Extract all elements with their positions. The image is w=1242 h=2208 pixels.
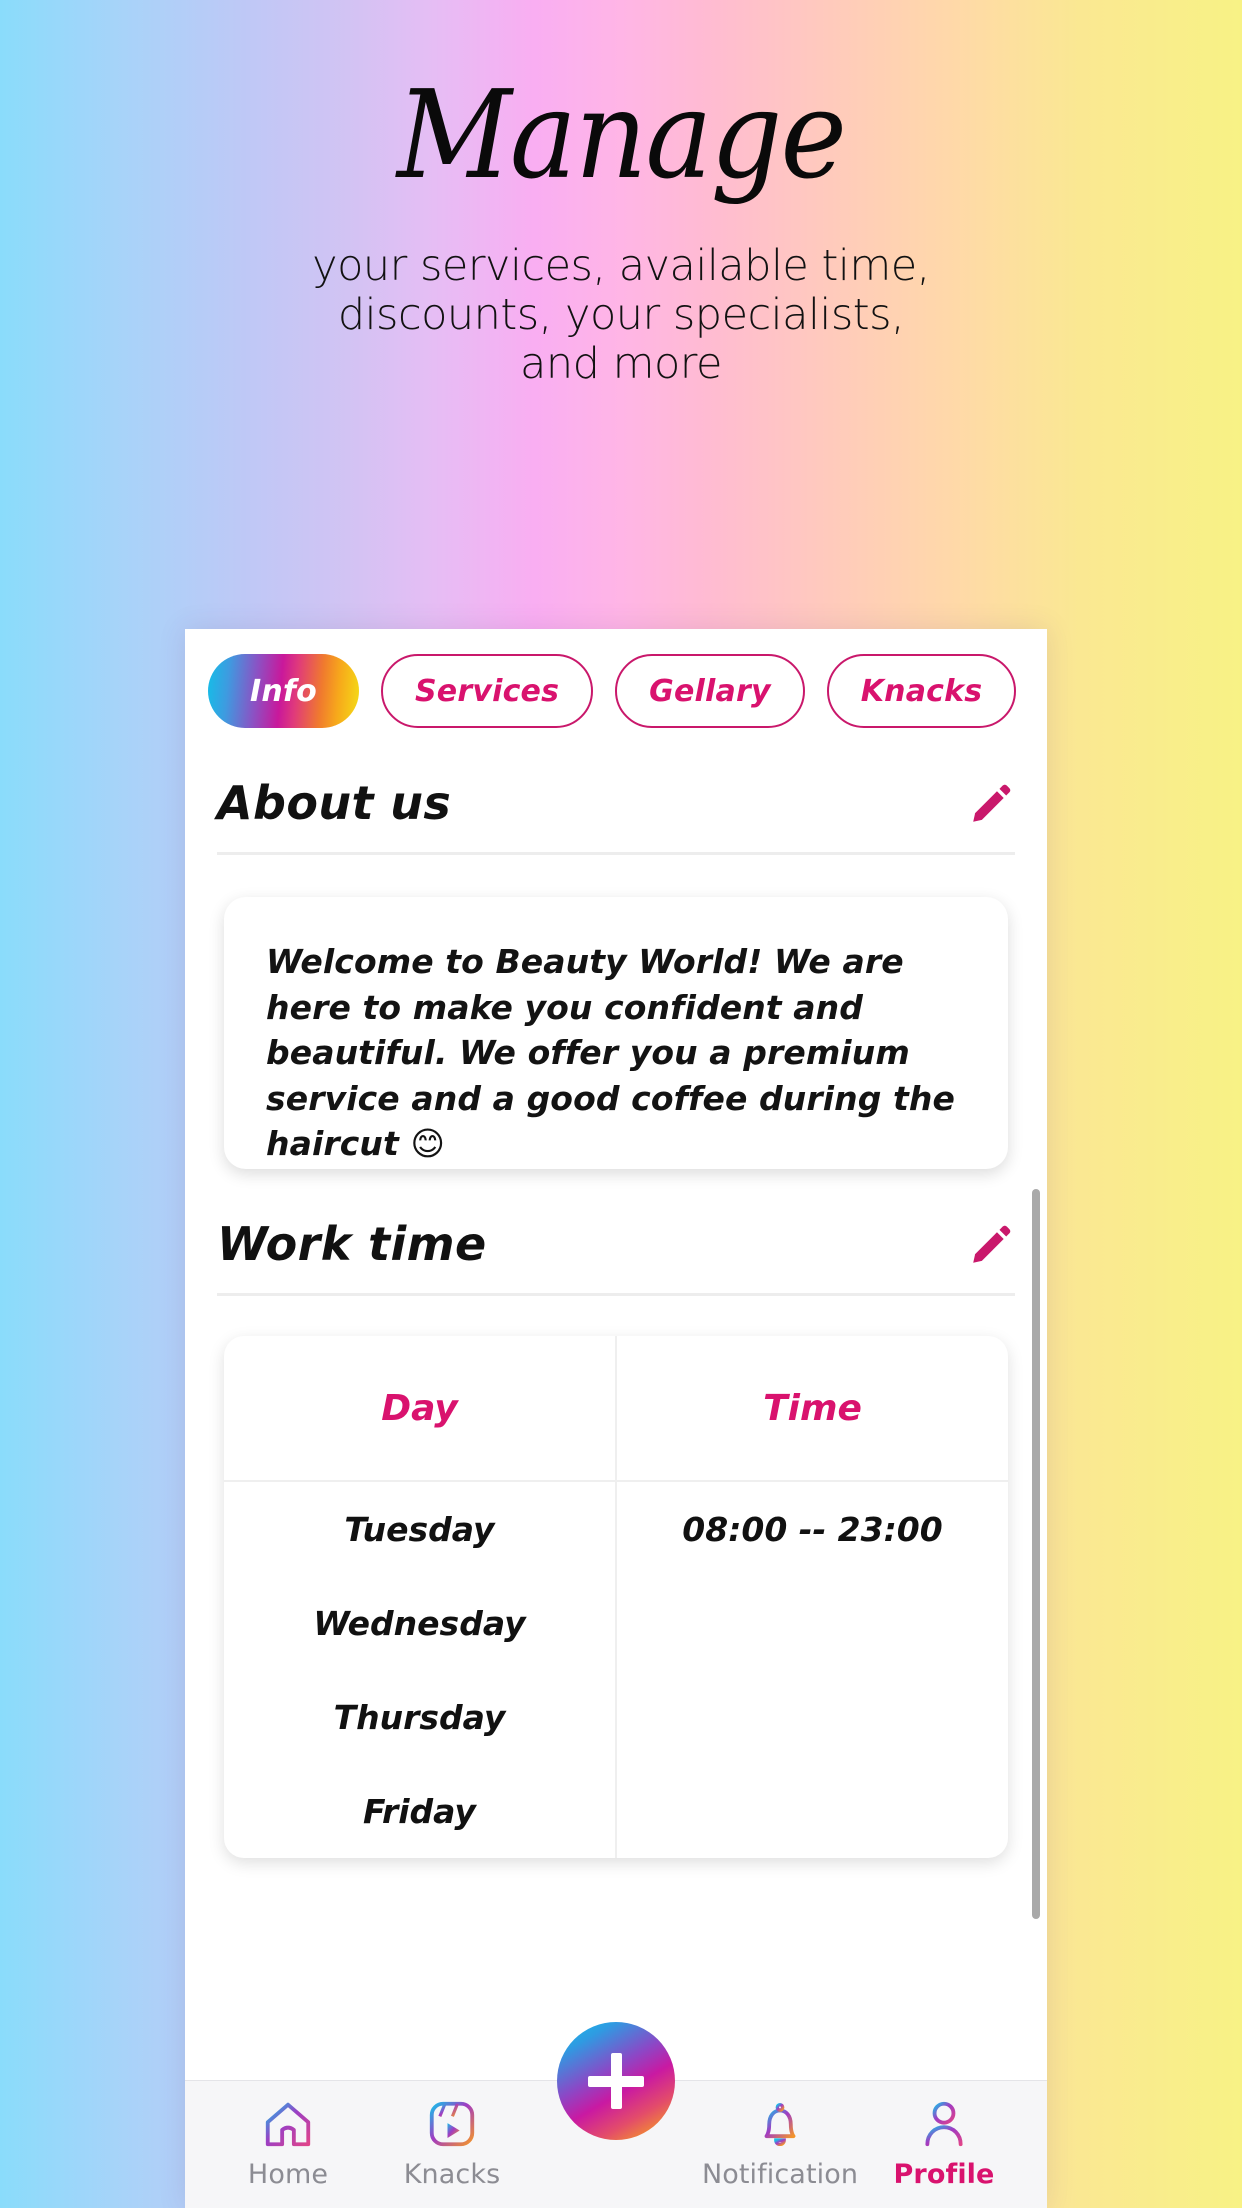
subtitle-line-1: your services, available time, [312,241,930,291]
nav-item-profile[interactable]: Profile [869,2097,1019,2190]
cell-time [616,1576,1008,1670]
nav-label-home: Home [247,2159,329,2190]
plus-icon [588,2053,644,2109]
about-us-text: Welcome to Beauty World! We are here to … [266,942,956,1164]
pencil-icon[interactable] [969,1221,1015,1267]
person-icon [925,2101,963,2147]
column-header-day: Day [224,1336,617,1482]
vertical-scrollbar[interactable] [1032,1189,1040,1919]
cell-day: Thursday [224,1670,617,1764]
add-button[interactable] [557,2022,675,2140]
subtitle-line-2: discounts, your specialists, [337,290,905,341]
about-us-title: About us [217,776,452,830]
tab-gellary[interactable]: Gellary [615,654,805,728]
tab-services[interactable]: Services [380,654,594,728]
page-subtitle: your services, available time, discounts… [301,241,941,390]
nav-item-home[interactable]: Home [213,2097,363,2190]
tab-bar: Info Services Gellary Knacks [185,629,1047,728]
nav-label-notification: Notification [701,2159,859,2190]
column-header-time: Time [616,1336,1008,1482]
about-us-header: About us [217,776,1015,855]
cell-time: 08:00 -- 23:00 [682,1509,943,1549]
nav-label-profile: Profile [893,2159,995,2190]
bell-icon [764,2102,796,2147]
table-row[interactable]: Wednesday [224,1576,1008,1670]
nav-item-notification[interactable]: Notification [701,2097,859,2190]
home-icon [265,2102,311,2147]
pencil-icon[interactable] [969,780,1015,826]
table-header-row: Day Time [224,1336,1008,1482]
app-screen: Info Services Gellary Knacks About us We… [185,629,1047,2208]
cell-time [616,1670,1008,1764]
hero-section: Manage your services, available time, di… [0,0,1242,389]
table-row[interactable]: Friday [224,1764,1008,1858]
phone-mockup: Info Services Gellary Knacks About us We… [185,629,1047,2208]
reels-icon [429,2101,475,2147]
work-time-header: Work time [217,1217,1015,1296]
nav-label-knacks: Knacks [403,2159,501,2190]
cell-day: Wednesday [224,1576,617,1670]
work-time-table: Day Time Tuesday 08:00 -- 23:00 Wednesda… [224,1336,1008,1858]
about-us-card[interactable]: Welcome to Beauty World! We are here to … [224,897,1008,1169]
nav-item-knacks[interactable]: Knacks [377,2097,527,2190]
cell-day: Friday [224,1764,617,1858]
cell-day: Tuesday [224,1481,617,1576]
cell-time [616,1764,1008,1858]
tab-info[interactable]: Info [208,654,359,728]
subtitle-line-3: and more [520,339,722,390]
work-time-title: Work time [217,1217,487,1271]
tab-knacks[interactable]: Knacks [826,654,1017,728]
table-row[interactable]: Tuesday 08:00 -- 23:00 [224,1481,1008,1576]
page-title: Manage [396,64,847,206]
table-row[interactable]: Thursday [224,1670,1008,1764]
work-time-table-card: Day Time Tuesday 08:00 -- 23:00 Wednesda… [224,1336,1008,1858]
